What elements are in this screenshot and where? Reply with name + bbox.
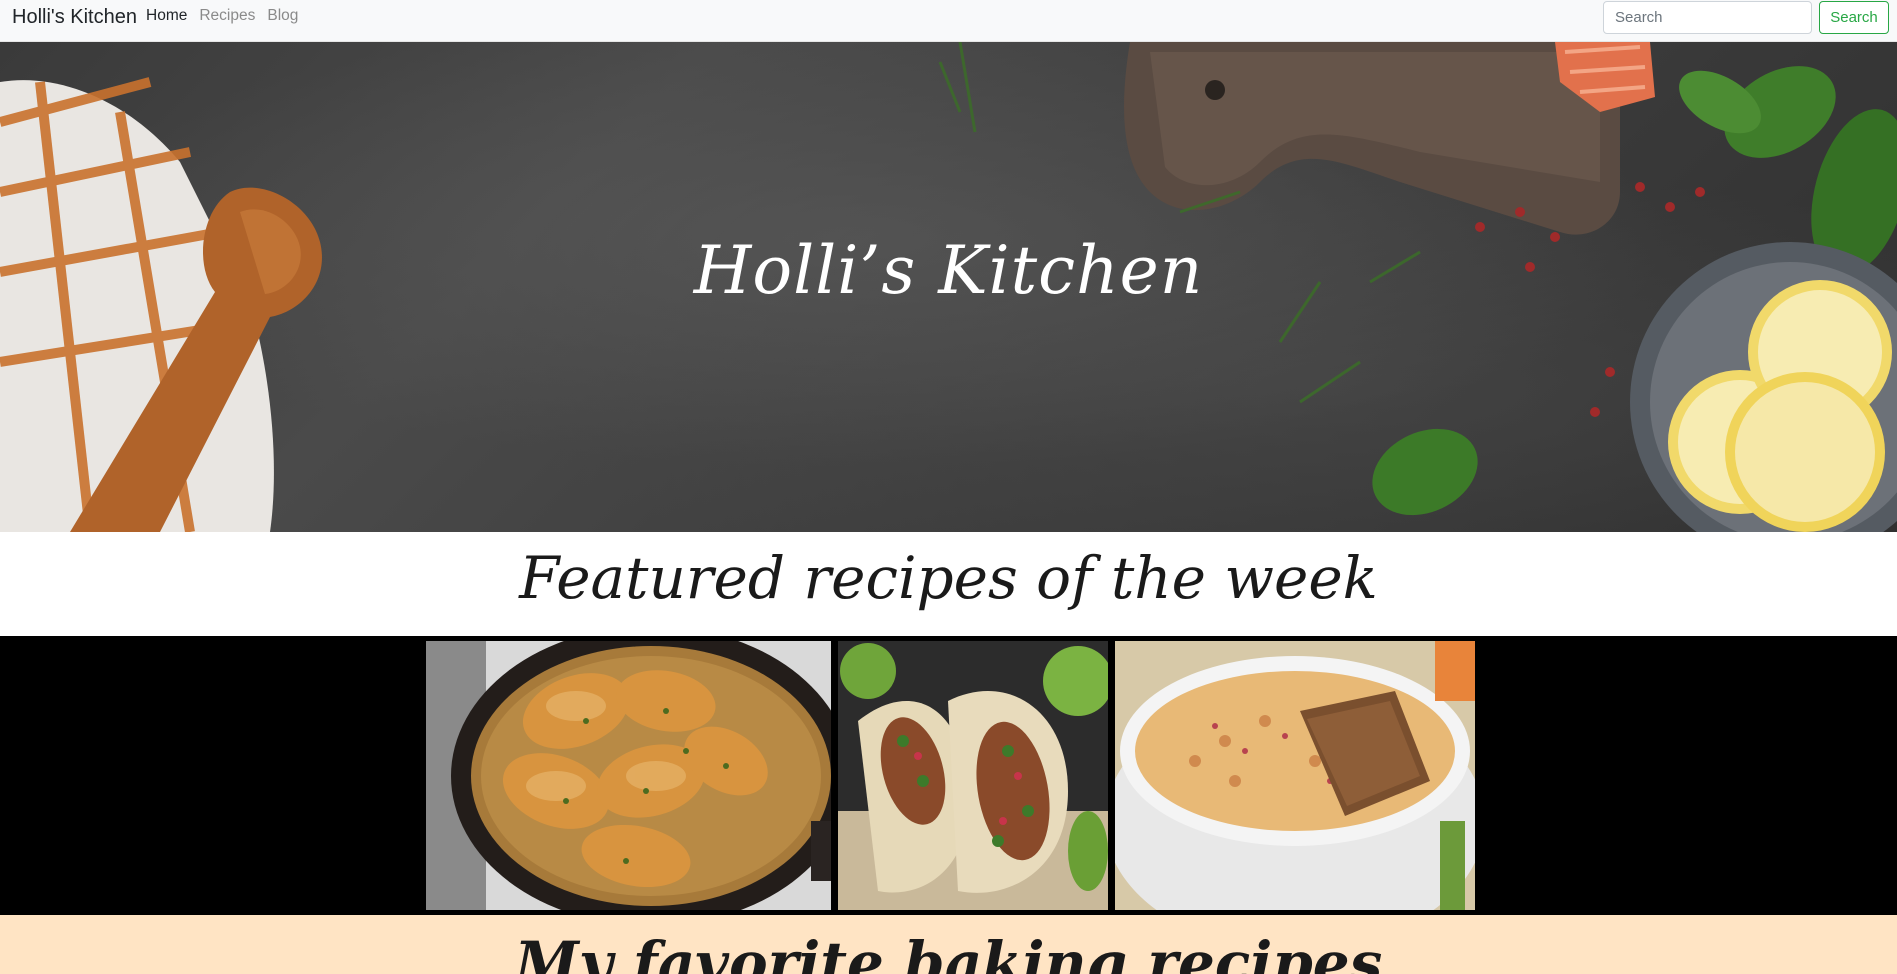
baking-section: My favorite baking recipes (0, 915, 1897, 974)
chicken-piccata-photo[interactable] (426, 641, 831, 910)
pimento-cheese-dip-photo[interactable] (1115, 641, 1475, 910)
featured-section: Featured recipes of the week (0, 532, 1897, 636)
nav-links: Home Recipes Blog (146, 7, 310, 25)
featured-gallery (0, 636, 1897, 915)
search-input[interactable] (1603, 1, 1812, 34)
nav-recipes-link[interactable]: Recipes (199, 7, 263, 25)
nav-blog-link[interactable]: Blog (267, 7, 306, 25)
featured-title: Featured recipes of the week (519, 544, 1378, 612)
baking-section-title: My favorite baking recipes (514, 929, 1383, 974)
street-tacos-photo[interactable] (838, 641, 1108, 910)
hero-banner: Holli’s Kitchen (0, 42, 1897, 532)
navbar: Holli's Kitchen Home Recipes Blog Search (0, 0, 1897, 42)
brand-link[interactable]: Holli's Kitchen (12, 6, 137, 29)
hero-title: Holli’s Kitchen (693, 232, 1204, 309)
nav-home-link[interactable]: Home (146, 7, 195, 25)
search-button[interactable]: Search (1819, 1, 1889, 34)
